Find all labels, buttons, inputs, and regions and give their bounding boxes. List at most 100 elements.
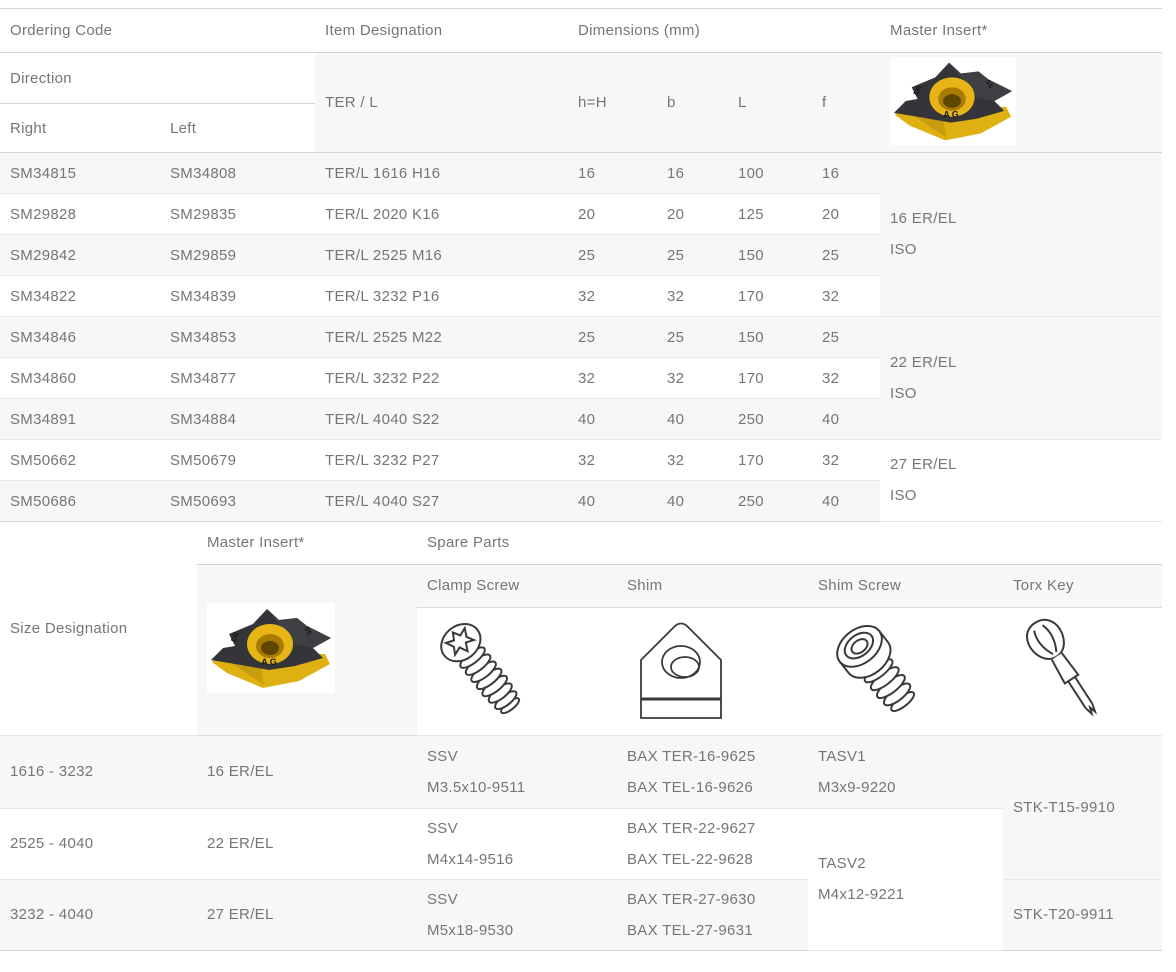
item-cell: TER/L 1616 H16: [315, 153, 568, 194]
code-left-cell: SM34884: [160, 399, 315, 440]
dim-f-cell: 32: [812, 276, 880, 317]
direction-right-header: Right: [0, 104, 160, 153]
dim-f-cell: 40: [812, 481, 880, 522]
code-left-cell: SM29835: [160, 194, 315, 235]
torx-key-subheader: Torx Key: [1003, 564, 1162, 607]
shim-cell: BAX TER-22-9627 BAX TEL-22-9628: [617, 808, 808, 879]
insert-size: 22 ER/EL: [890, 354, 1152, 372]
dim-b-cell: 32: [657, 276, 728, 317]
ter-l-subheader: TER / L: [315, 53, 568, 153]
master-insert-photo: [890, 57, 1016, 145]
clamp-screw-cell: SSV M5x18-9530: [417, 879, 617, 950]
code-left-cell: SM34839: [160, 276, 315, 317]
insert-size-group: 16 ER/EL ISO: [880, 153, 1162, 317]
code-left-cell: SM34808: [160, 153, 315, 194]
dim-h-cell: 32: [568, 440, 657, 481]
item-cell: TER/L 3232 P16: [315, 276, 568, 317]
shim-cell: BAX TER-16-9625 BAX TEL-16-9626: [617, 735, 808, 808]
dim-b-cell: 20: [657, 194, 728, 235]
shim-subheader: Shim: [617, 564, 808, 607]
insert-size: 27 ER/EL: [890, 456, 1152, 474]
shim-screw-subheader: Shim Screw: [808, 564, 1003, 607]
shim-screw-drawing-cell: [808, 607, 1003, 735]
code-right-cell: SM34822: [0, 276, 160, 317]
clamp-screw-cell: SSV M4x14-9516: [417, 808, 617, 879]
code-left-cell: SM29859: [160, 235, 315, 276]
dim-b-cell: 25: [657, 235, 728, 276]
dim-L-cell: 170: [728, 440, 812, 481]
shim-screw-cell: TASV1 M3x9-9220: [808, 735, 1003, 808]
size-designation-cell: 2525 - 4040: [0, 808, 197, 879]
dim-f-subheader: f: [812, 53, 880, 153]
insert-standard: ISO: [890, 385, 1152, 403]
dim-b-cell: 32: [657, 440, 728, 481]
dim-f-cell: 20: [812, 194, 880, 235]
spare-parts-table: Size Designation Master Insert* Spare Pa…: [0, 522, 1162, 951]
clamp-screw-drawing-cell: [417, 607, 617, 735]
shim-screw-cell: TASV2 M4x12-9221: [808, 808, 1003, 950]
dim-b-cell: 16: [657, 153, 728, 194]
table-row: 2525 - 4040 22 ER/EL SSV M4x14-9516 BAX …: [0, 808, 1162, 879]
dim-f-cell: 16: [812, 153, 880, 194]
torx-key-drawing-cell: [1003, 607, 1162, 735]
dim-L-cell: 170: [728, 358, 812, 399]
shim-drawing-icon: [627, 612, 731, 726]
insert-standard: ISO: [890, 241, 1152, 259]
code-right-cell: SM50662: [0, 440, 160, 481]
table-row: SM34815 SM34808 TER/L 1616 H16 16 16 100…: [0, 153, 1162, 194]
torx-key-cell: STK-T20-9911: [1003, 879, 1162, 950]
insert-standard: ISO: [890, 487, 1152, 505]
item-cell: TER/L 3232 P27: [315, 440, 568, 481]
code-left-cell: SM50693: [160, 481, 315, 522]
item-cell: TER/L 2020 K16: [315, 194, 568, 235]
size-designation-header: Size Designation: [0, 522, 197, 735]
item-cell: TER/L 4040 S22: [315, 399, 568, 440]
code-right-cell: SM34846: [0, 317, 160, 358]
dim-b-cell: 32: [657, 358, 728, 399]
item-cell: TER/L 2525 M16: [315, 235, 568, 276]
dim-f-cell: 25: [812, 317, 880, 358]
dim-b-subheader: b: [657, 53, 728, 153]
clamp-screw-cell: SSV M3.5x10-9511: [417, 735, 617, 808]
dim-h-cell: 32: [568, 276, 657, 317]
dim-L-cell: 150: [728, 317, 812, 358]
dim-h-cell: 40: [568, 481, 657, 522]
clamp-screw-subheader: Clamp Screw: [417, 564, 617, 607]
dim-b-cell: 40: [657, 481, 728, 522]
dim-h-cell: 32: [568, 358, 657, 399]
dim-f-cell: 32: [812, 358, 880, 399]
dim-b-cell: 40: [657, 399, 728, 440]
dim-b-cell: 25: [657, 317, 728, 358]
insert-size-group: 27 ER/EL ISO: [880, 440, 1162, 522]
shim-cell: BAX TER-27-9630 BAX TEL-27-9631: [617, 879, 808, 950]
size-designation-cell: 3232 - 4040: [0, 879, 197, 950]
dim-h-cell: 20: [568, 194, 657, 235]
ordering-code-table: Ordering Code Item Designation Dimension…: [0, 8, 1162, 522]
torx-key-drawing-icon: [1013, 609, 1113, 729]
torx-key-cell: STK-T15-9910: [1003, 735, 1162, 879]
direction-subheader: Direction: [0, 53, 315, 104]
product-spec-page: Ordering Code Item Designation Dimension…: [0, 0, 1176, 951]
item-cell: TER/L 3232 P22: [315, 358, 568, 399]
dim-h-cell: 16: [568, 153, 657, 194]
ordering-code-header: Ordering Code: [0, 9, 315, 53]
dim-f-cell: 25: [812, 235, 880, 276]
code-left-cell: SM50679: [160, 440, 315, 481]
dim-L-cell: 150: [728, 235, 812, 276]
dim-h-cell: 40: [568, 399, 657, 440]
insert-size-cell: 27 ER/EL: [197, 879, 417, 950]
master-insert-photo: [207, 603, 335, 693]
code-left-cell: SM34853: [160, 317, 315, 358]
dim-L-cell: 125: [728, 194, 812, 235]
master-insert-header-2: Master Insert*: [197, 522, 417, 564]
item-cell: TER/L 2525 M22: [315, 317, 568, 358]
insert-size-cell: 22 ER/EL: [197, 808, 417, 879]
code-left-cell: SM34877: [160, 358, 315, 399]
dim-L-cell: 170: [728, 276, 812, 317]
shim-screw-drawing-icon: [818, 610, 934, 728]
master-insert-header: Master Insert*: [880, 9, 1162, 53]
spare-parts-header: Spare Parts: [417, 522, 1162, 564]
size-designation-cell: 1616 - 3232: [0, 735, 197, 808]
code-right-cell: SM50686: [0, 481, 160, 522]
dim-f-cell: 40: [812, 399, 880, 440]
